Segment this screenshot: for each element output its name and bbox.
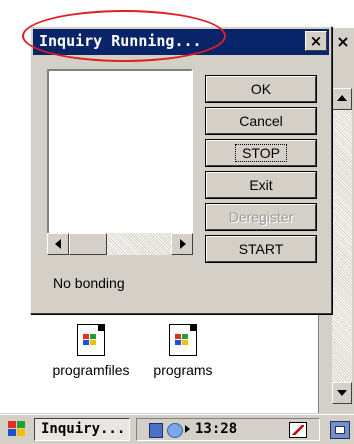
ok-button-label: OK (250, 81, 272, 97)
listbox-horizontal-scrollbar[interactable] (47, 233, 193, 255)
inquiry-dialog: Inquiry Running... × OK Cancel STOP Exit… (30, 26, 332, 314)
device-listbox[interactable] (47, 69, 193, 239)
tray-arrow-icon (185, 425, 190, 433)
network-icon[interactable] (149, 423, 163, 438)
exit-button[interactable]: Exit (205, 171, 317, 199)
desktop-icon-programfiles[interactable]: programfiles (46, 324, 136, 378)
scroll-left-arrow-icon[interactable] (47, 233, 69, 255)
clock[interactable]: 13:28 (195, 421, 237, 437)
start-button-icon[interactable] (8, 421, 26, 437)
cancel-button-label: Cancel (239, 113, 283, 129)
bluetooth-icon[interactable] (167, 423, 183, 438)
background-scroll-down-button[interactable] (332, 382, 352, 404)
calendar-icon[interactable] (289, 422, 307, 438)
program-file-icon (77, 324, 105, 356)
program-file-icon (169, 324, 197, 356)
background-window-close-icon[interactable]: × (333, 32, 353, 52)
taskbar-task-button[interactable]: Inquiry... (34, 418, 130, 441)
system-tray: 13:28 (136, 418, 320, 441)
deregister-button-label: Deregister (228, 209, 294, 225)
stop-button[interactable]: STOP (205, 139, 317, 167)
scroll-thumb[interactable] (69, 233, 107, 255)
scroll-right-arrow-icon[interactable] (171, 233, 193, 255)
close-button[interactable]: × (305, 31, 327, 51)
background-scroll-track[interactable] (332, 110, 352, 382)
bonding-status: No bonding (53, 275, 125, 291)
desktop-icon-label: programfiles (52, 362, 130, 378)
start-button[interactable]: START (205, 235, 317, 263)
taskbar: Inquiry... 13:28 (0, 414, 354, 444)
ok-button[interactable]: OK (205, 75, 317, 103)
show-desktop-icon[interactable] (330, 421, 350, 439)
background-scroll-up-button[interactable] (332, 88, 352, 110)
exit-button-label: Exit (249, 177, 273, 193)
cancel-button[interactable]: Cancel (205, 107, 317, 135)
desktop-icon-programs[interactable]: programs (148, 324, 218, 378)
desktop-icon-label: programs (153, 362, 213, 378)
stop-button-label: STOP (235, 144, 287, 162)
deregister-button: Deregister (205, 203, 317, 231)
start-button-label: START (238, 241, 284, 257)
dialog-titlebar[interactable]: Inquiry Running... × (33, 29, 329, 55)
dialog-title: Inquiry Running... (39, 32, 202, 50)
